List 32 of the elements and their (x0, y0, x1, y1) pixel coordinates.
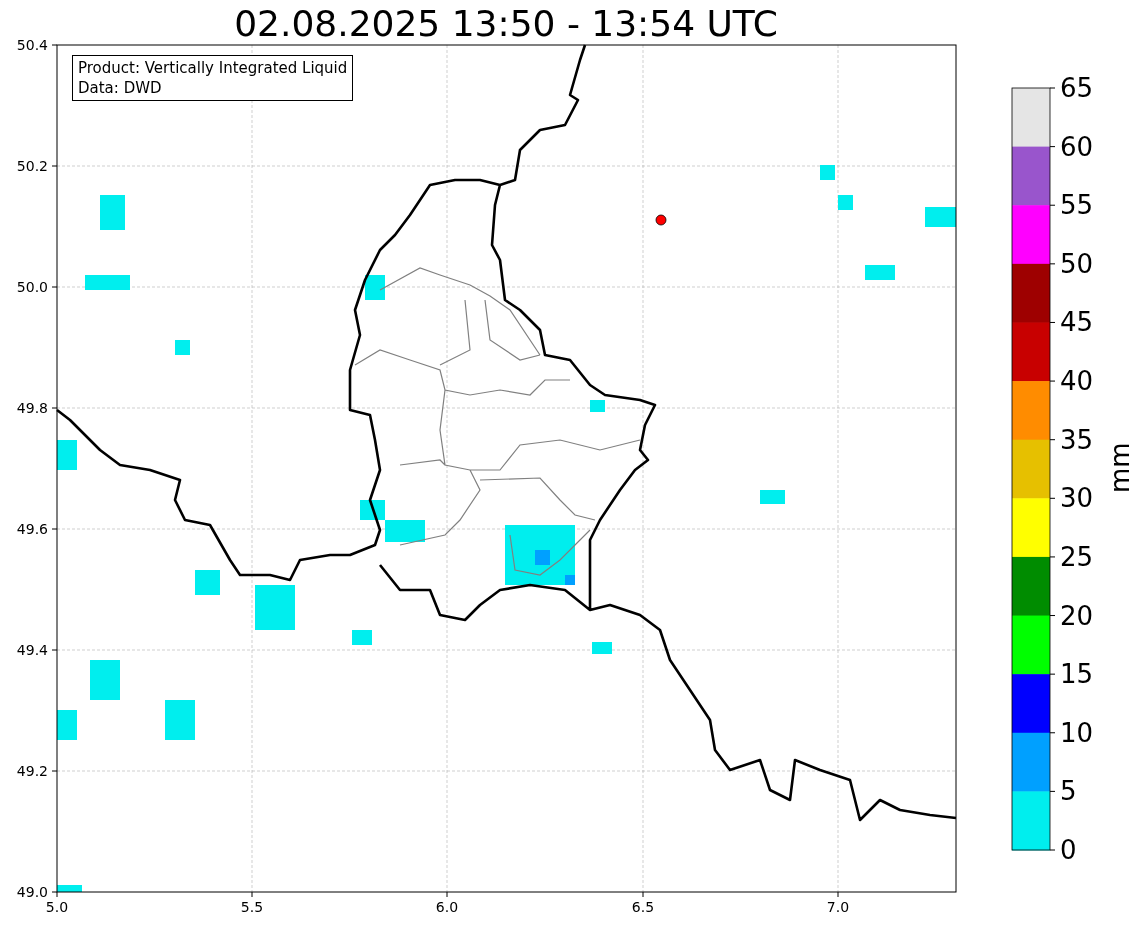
colorbar-tick-label: 65 (1060, 75, 1094, 101)
info-text: Product: Vertically Integrated Liquid (78, 58, 348, 78)
colorbar-tick-label: 60 (1060, 133, 1094, 160)
y-tick-label: 49.4 (15, 643, 48, 657)
y-tick-label: 50.4 (15, 38, 48, 52)
colorbar-tick-label: 50 (1060, 250, 1094, 277)
y-tick-label: 50.0 (15, 280, 48, 294)
plot-title: 02.08.2025 13:50 - 13:54 UTC (234, 4, 778, 44)
colorbar-tick-label: 0 (1060, 837, 1077, 863)
colorbar-tick-label: 45 (1060, 309, 1094, 336)
colorbar-tick-label: 25 (1060, 543, 1094, 570)
y-tick-label: 49.8 (15, 401, 48, 415)
y-tick-label: 49.0 (15, 885, 48, 899)
colorbar-tick-label: 10 (1060, 719, 1094, 746)
colorbar-tick-label: 40 (1060, 368, 1094, 395)
colorbar-tick-label: 35 (1060, 426, 1094, 453)
y-tick-label: 50.2 (15, 159, 48, 173)
location-marker-icon (655, 214, 667, 226)
colorbar-tick-label: 15 (1060, 661, 1094, 688)
info-text: Data: DWD (78, 78, 163, 98)
y-tick-label: 49.6 (15, 522, 48, 536)
colorbar-tick-label: 20 (1060, 602, 1094, 629)
x-tick-label: 5.0 (44, 900, 70, 914)
x-tick-label: 7.0 (825, 900, 851, 914)
colorbar-tick-label: 30 (1060, 485, 1094, 512)
x-tick-label: 6.5 (630, 900, 656, 914)
colorbar-tick-label: 55 (1060, 192, 1094, 219)
x-tick-label: 6.0 (434, 900, 460, 914)
x-tick-label: 5.5 (239, 900, 265, 914)
colorbar-unit-label: mm (1107, 443, 1133, 493)
colorbar-tick-label: 5 (1060, 778, 1077, 805)
y-tick-label: 49.2 (15, 764, 48, 778)
